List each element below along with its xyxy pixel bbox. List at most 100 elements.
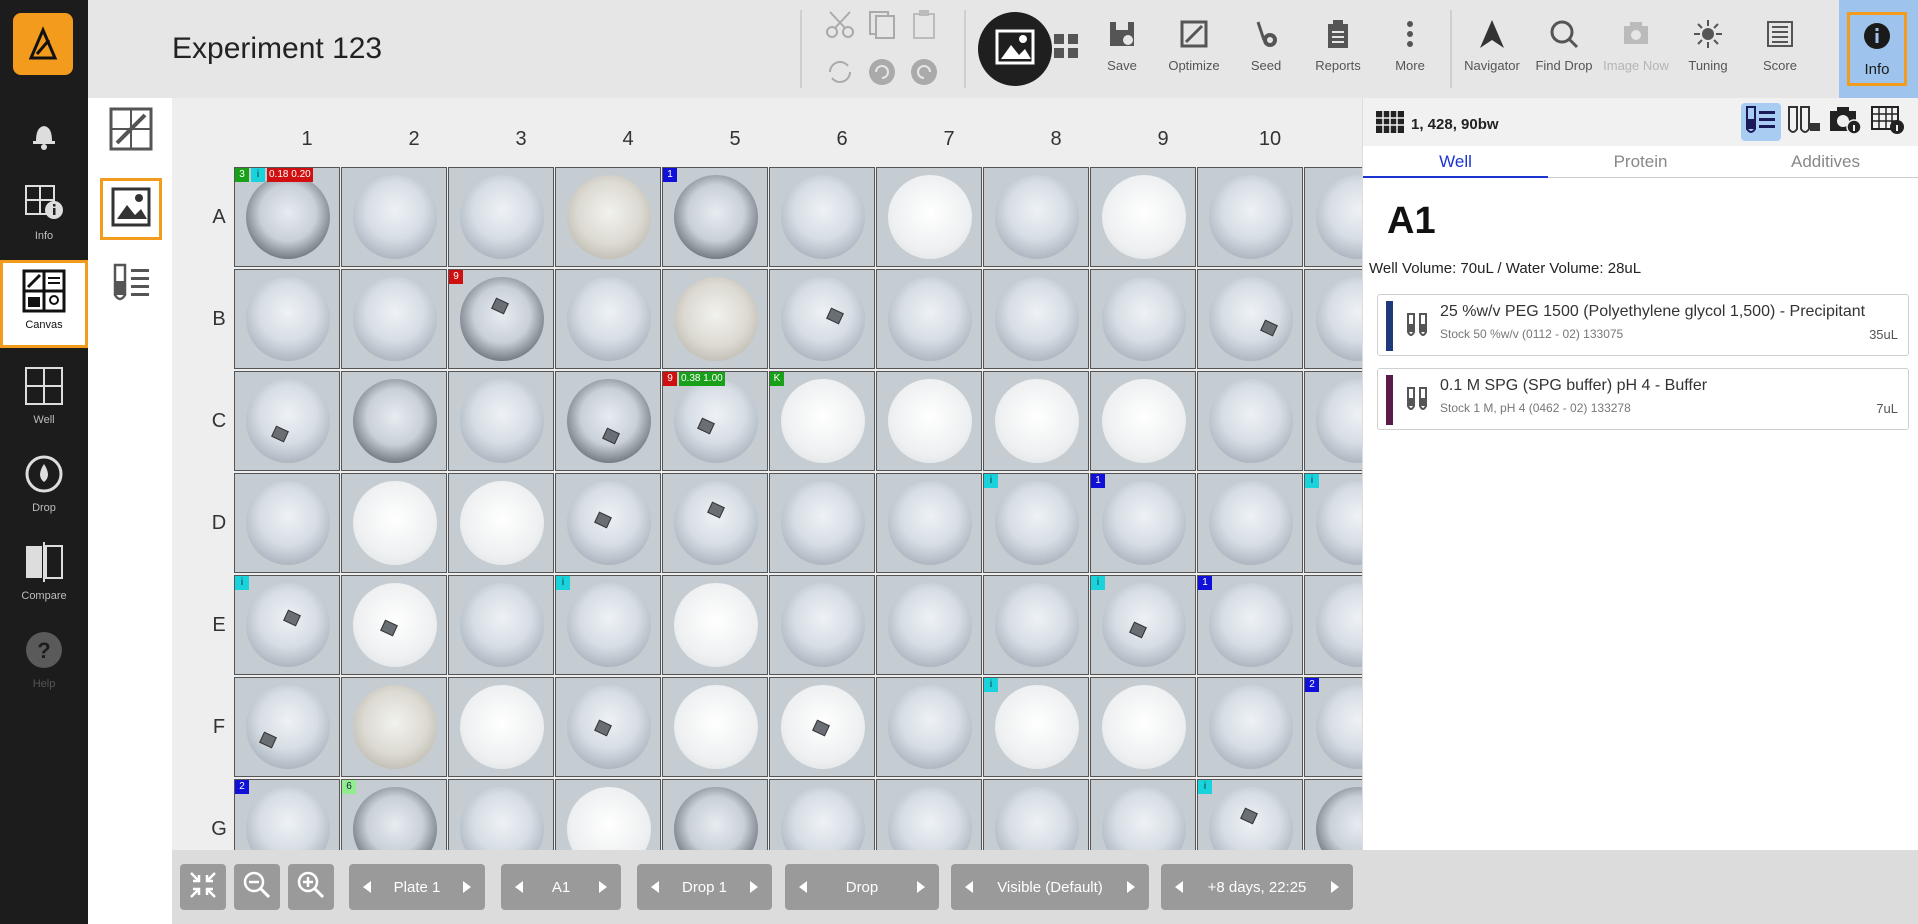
component-card[interactable]: 0.1 M SPG (SPG buffer) pH 4 - Buffer Sto… (1377, 368, 1909, 430)
well-g1[interactable]: 2 (234, 779, 340, 850)
image-mode-button[interactable] (100, 178, 162, 240)
well-f9[interactable] (1090, 677, 1196, 777)
well-a2[interactable] (341, 167, 447, 267)
well-b7[interactable] (876, 269, 982, 369)
contents-mode-button[interactable] (100, 254, 162, 316)
next-plate-arrow-icon[interactable] (462, 881, 471, 893)
well-a7[interactable] (876, 167, 982, 267)
well-d3[interactable] (448, 473, 554, 573)
undo-icon[interactable] (866, 56, 898, 88)
well-f6[interactable] (769, 677, 875, 777)
navigator-button[interactable]: Navigator (1459, 10, 1525, 90)
well-g7[interactable] (876, 779, 982, 850)
well-e9[interactable]: i (1090, 575, 1196, 675)
well-c3[interactable] (448, 371, 554, 471)
sidebar-item-drop[interactable]: Drop (0, 440, 88, 528)
well-d11[interactable]: i (1304, 473, 1362, 573)
well-e6[interactable] (769, 575, 875, 675)
score-button[interactable]: Score (1747, 10, 1813, 90)
prev-visibility-arrow-icon[interactable] (965, 881, 973, 893)
well-b1[interactable] (234, 269, 340, 369)
image-view-button[interactable] (978, 12, 1052, 86)
well-f4[interactable] (555, 677, 661, 777)
seed-button[interactable]: Seed (1233, 10, 1299, 90)
well-f2[interactable] (341, 677, 447, 777)
next-visibility-arrow-icon[interactable] (1126, 881, 1135, 893)
well-f8[interactable]: i (983, 677, 1089, 777)
well-c6[interactable]: K (769, 371, 875, 471)
prev-time-arrow-icon[interactable] (1175, 881, 1183, 893)
more-button[interactable]: More (1377, 10, 1443, 90)
sidebar-item-well[interactable]: Well (0, 352, 88, 440)
well-b4[interactable] (555, 269, 661, 369)
well-c7[interactable] (876, 371, 982, 471)
well-a10[interactable] (1197, 167, 1303, 267)
well-a4[interactable] (555, 167, 661, 267)
well-e11[interactable] (1304, 575, 1362, 675)
well-c8[interactable] (983, 371, 1089, 471)
copy-icon[interactable] (866, 8, 898, 40)
tubes-view-button[interactable] (1783, 103, 1823, 141)
well-g5[interactable] (662, 779, 768, 850)
paste-icon[interactable] (908, 8, 940, 40)
well-b6[interactable] (769, 269, 875, 369)
well-e2[interactable] (341, 575, 447, 675)
well-g10[interactable]: i (1197, 779, 1303, 850)
well-g9[interactable] (1090, 779, 1196, 850)
well-b10[interactable] (1197, 269, 1303, 369)
reports-button[interactable]: Reports (1305, 10, 1371, 90)
prev-plate-arrow-icon[interactable] (363, 881, 371, 893)
well-a1[interactable]: 3 i 0.18 0.20 (234, 167, 340, 267)
well-b9[interactable] (1090, 269, 1196, 369)
image-now-button[interactable]: Image Now (1603, 10, 1669, 90)
optimize-button[interactable]: Optimize (1161, 10, 1227, 90)
next-drop-arrow-icon[interactable] (750, 881, 758, 893)
prev-well-arrow-icon[interactable] (515, 881, 523, 893)
well-b8[interactable] (983, 269, 1089, 369)
well-d6[interactable] (769, 473, 875, 573)
refresh-icon[interactable] (824, 56, 856, 88)
find-drop-button[interactable]: Find Drop (1531, 10, 1597, 90)
well-b3[interactable]: 9 (448, 269, 554, 369)
well-c4[interactable] (555, 371, 661, 471)
plate-details-button[interactable] (1867, 103, 1907, 141)
well-c10[interactable] (1197, 371, 1303, 471)
well-a6[interactable] (769, 167, 875, 267)
well-d8[interactable]: i (983, 473, 1089, 573)
sidebar-item-canvas[interactable]: Canvas (0, 260, 88, 348)
fit-to-screen-button[interactable] (180, 864, 226, 910)
component-card[interactable]: 25 %w/v PEG 1500 (Polyethylene glycol 1,… (1377, 294, 1909, 356)
well-c9[interactable] (1090, 371, 1196, 471)
well-b11[interactable] (1304, 269, 1362, 369)
well-f11[interactable]: 2 (1304, 677, 1362, 777)
sidebar-item-help[interactable]: ? Help (0, 616, 88, 704)
well-f1[interactable] (234, 677, 340, 777)
well-a9[interactable] (1090, 167, 1196, 267)
tab-protein[interactable]: Protein (1548, 152, 1733, 172)
prev-drop-arrow-icon[interactable] (651, 881, 659, 893)
well-e3[interactable] (448, 575, 554, 675)
well-d10[interactable] (1197, 473, 1303, 573)
well-e8[interactable] (983, 575, 1089, 675)
well-c11[interactable] (1304, 371, 1362, 471)
save-button[interactable]: Save (1089, 10, 1155, 90)
tab-additives[interactable]: Additives (1733, 152, 1918, 172)
app-logo[interactable] (13, 13, 73, 75)
well-d4[interactable] (555, 473, 661, 573)
well-g6[interactable] (769, 779, 875, 850)
well-a11[interactable] (1304, 167, 1362, 267)
zoom-out-button[interactable] (234, 864, 280, 910)
well-d5[interactable] (662, 473, 768, 573)
well-a3[interactable] (448, 167, 554, 267)
image-info-button[interactable] (1825, 103, 1865, 141)
next-image-type-arrow-icon[interactable] (916, 881, 925, 893)
grid-view-button[interactable] (1052, 32, 1084, 64)
well-a5[interactable]: 1 (662, 167, 768, 267)
well-g4[interactable] (555, 779, 661, 850)
well-c2[interactable] (341, 371, 447, 471)
well-e5[interactable] (662, 575, 768, 675)
well-f7[interactable] (876, 677, 982, 777)
tab-well[interactable]: Well (1363, 152, 1548, 178)
sidebar-item-compare[interactable]: Compare (0, 528, 88, 616)
well-g8[interactable] (983, 779, 1089, 850)
